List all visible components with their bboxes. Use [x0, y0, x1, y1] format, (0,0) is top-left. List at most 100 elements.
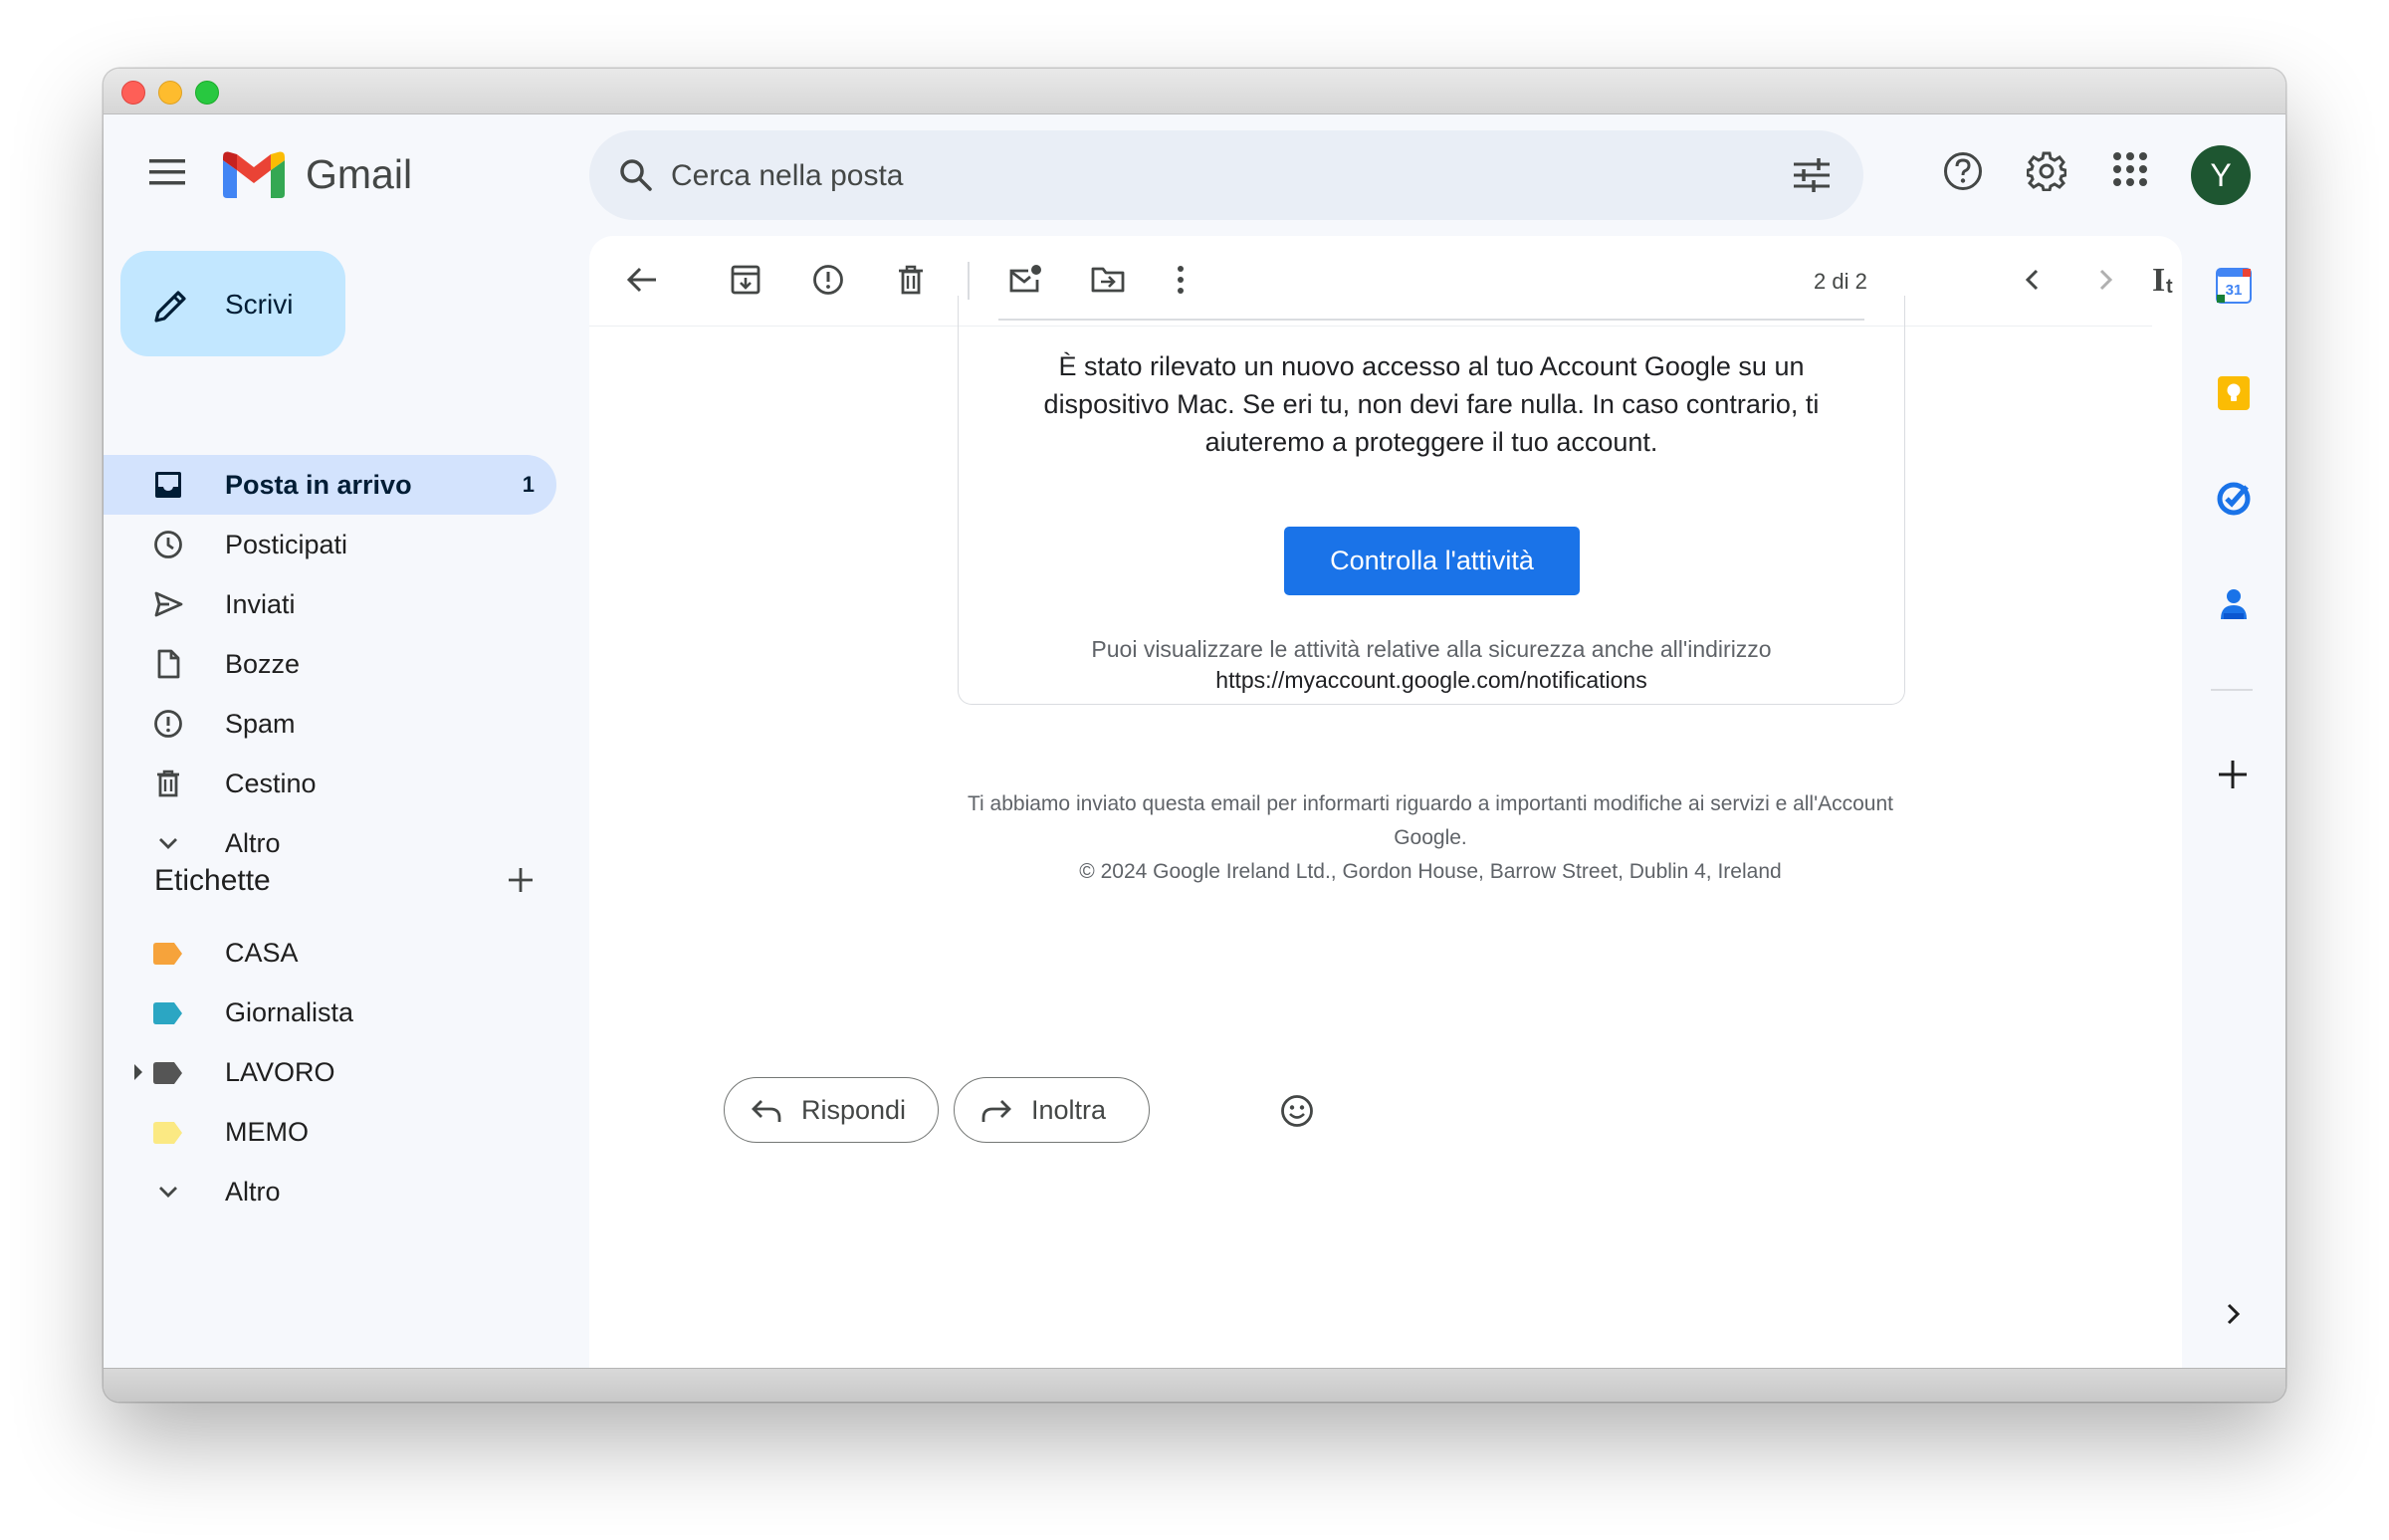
- keep-notes-icon[interactable]: [2216, 375, 2252, 411]
- report-spam-icon[interactable]: [811, 263, 845, 297]
- email-footer: Ti abbiamo inviato questa email per info…: [958, 787, 1903, 889]
- toolbar-divider: [968, 262, 970, 300]
- app-name: Gmail: [306, 151, 413, 197]
- main-menu-icon[interactable]: [149, 158, 185, 186]
- label-item-memo[interactable]: MEMO: [104, 1102, 556, 1162]
- calendar-icon[interactable]: 31: [2216, 268, 2252, 304]
- tasks-icon[interactable]: [2216, 481, 2252, 517]
- input-tools-icon[interactable]: It: [2152, 263, 2182, 297]
- compose-label: Scrivi: [225, 289, 294, 320]
- archive-icon[interactable]: [729, 263, 762, 297]
- nav-label: Altro: [225, 1177, 281, 1207]
- svg-text:t: t: [2166, 276, 2173, 297]
- account-avatar[interactable]: Y: [2191, 145, 2251, 205]
- footer-notice: Ti abbiamo inviato questa email per info…: [968, 792, 1893, 849]
- security-note-text: Puoi visualizzare le attività relative a…: [1091, 636, 1772, 662]
- label-tag-icon: [153, 1122, 183, 1144]
- back-arrow-icon[interactable]: [625, 263, 659, 297]
- nav-item-snoozed[interactable]: Posticipati: [104, 515, 556, 574]
- search-input[interactable]: [669, 148, 1668, 204]
- delete-trash-icon[interactable]: [894, 263, 928, 297]
- close-window-button[interactable]: [121, 81, 145, 105]
- trash-icon: [153, 769, 183, 798]
- svg-text:31: 31: [2226, 282, 2243, 299]
- nav-item-trash[interactable]: Cestino: [104, 754, 556, 813]
- email-message: È stato rilevato un nuovo accesso al tuo…: [1043, 351, 1820, 457]
- previous-chevron-icon[interactable]: [2021, 263, 2045, 297]
- search-options-icon[interactable]: [1794, 158, 1830, 192]
- add-addon-plus-icon[interactable]: [2216, 758, 2250, 791]
- nav-label: Inviati: [225, 589, 296, 619]
- label-name: CASA: [225, 938, 299, 968]
- nav-item-inbox[interactable]: Posta in arrivo 1: [104, 455, 556, 515]
- side-panel-divider: [2211, 689, 2253, 691]
- label-tag-icon: [153, 943, 183, 965]
- more-options-icon[interactable]: [1173, 263, 1189, 297]
- maximize-window-button[interactable]: [195, 81, 219, 105]
- labels-heading: Etichette: [154, 864, 271, 897]
- spam-icon: [153, 709, 183, 739]
- expand-caret-icon[interactable]: [133, 1064, 143, 1080]
- pagination-text: 2 di 2: [1814, 269, 1867, 294]
- email-body-card: È stato rilevato un nuovo accesso al tuo…: [958, 296, 1905, 705]
- move-to-folder-icon[interactable]: [1090, 263, 1126, 297]
- unread-count-badge: 1: [522, 472, 535, 497]
- reply-label: Rispondi: [801, 1095, 907, 1125]
- send-icon: [153, 589, 183, 619]
- compose-button[interactable]: Scrivi: [120, 251, 345, 356]
- mark-unread-icon[interactable]: [1007, 263, 1043, 297]
- emoji-reaction-icon[interactable]: [1280, 1094, 1314, 1128]
- help-icon[interactable]: [1943, 151, 1983, 191]
- window-titlebar: [104, 69, 2285, 114]
- label-tag-icon: [153, 1062, 183, 1084]
- draft-icon: [153, 649, 183, 679]
- chevron-down-icon: [153, 1177, 183, 1207]
- label-name: Giornalista: [225, 997, 354, 1027]
- card-divider: [998, 319, 1864, 321]
- search-bar[interactable]: [589, 130, 1863, 220]
- nav-label: Posta in arrivo: [225, 470, 412, 500]
- expand-side-panel-chevron-icon[interactable]: [2224, 1299, 2244, 1329]
- search-icon[interactable]: [619, 158, 653, 192]
- label-name: MEMO: [225, 1117, 309, 1147]
- clock-icon: [153, 530, 183, 559]
- label-name: LAVORO: [225, 1057, 335, 1087]
- minimize-window-button[interactable]: [158, 81, 182, 105]
- reply-arrow-icon: [751, 1098, 782, 1124]
- contacts-icon[interactable]: [2216, 586, 2252, 622]
- label-item-casa[interactable]: CASA: [104, 923, 556, 983]
- check-activity-button[interactable]: Controlla l'attività: [1284, 527, 1580, 595]
- nav-label: Bozze: [225, 649, 301, 679]
- forward-arrow-icon: [980, 1098, 1012, 1124]
- notifications-link[interactable]: https://myaccount.google.com/notificatio…: [998, 665, 1864, 696]
- nav-label: Spam: [225, 709, 296, 739]
- settings-gear-icon[interactable]: [2027, 151, 2066, 191]
- forward-label: Inoltra: [1031, 1095, 1107, 1125]
- reply-button[interactable]: Rispondi: [724, 1077, 939, 1143]
- add-label-plus-icon[interactable]: [507, 866, 535, 894]
- next-chevron-icon[interactable]: [2093, 263, 2117, 297]
- email-panel: 2 di 2 It È stato rilevato un nuovo acce…: [589, 236, 2182, 1369]
- nav-item-drafts[interactable]: Bozze: [104, 634, 556, 694]
- gmail-logo[interactable]: [223, 150, 285, 198]
- pencil-icon: [152, 287, 190, 325]
- label-item-giornalista[interactable]: Giornalista: [104, 983, 556, 1042]
- nav-item-sent[interactable]: Inviati: [104, 574, 556, 634]
- browser-window: Gmail Y Scrivi: [104, 69, 2285, 1402]
- nav-label: Posticipati: [225, 530, 348, 559]
- chevron-down-icon: [153, 828, 183, 858]
- labels-more[interactable]: Altro: [104, 1162, 556, 1221]
- nav-label: Cestino: [225, 769, 317, 798]
- label-item-lavoro[interactable]: LAVORO: [104, 1042, 556, 1102]
- nav-label: Altro: [225, 828, 281, 858]
- forward-button[interactable]: Inoltra: [954, 1077, 1150, 1143]
- gmail-app: Gmail Y Scrivi: [104, 114, 2285, 1369]
- inbox-icon: [153, 470, 183, 500]
- label-tag-icon: [153, 1002, 183, 1024]
- nav-item-spam[interactable]: Spam: [104, 694, 556, 754]
- window-bottom-bar: [104, 1368, 2285, 1402]
- security-note: Puoi visualizzare le attività relative a…: [998, 634, 1864, 696]
- footer-copyright: © 2024 Google Ireland Ltd., Gordon House…: [1079, 860, 1782, 883]
- svg-text:I: I: [2152, 263, 2165, 297]
- apps-grid-icon[interactable]: [2112, 151, 2148, 187]
